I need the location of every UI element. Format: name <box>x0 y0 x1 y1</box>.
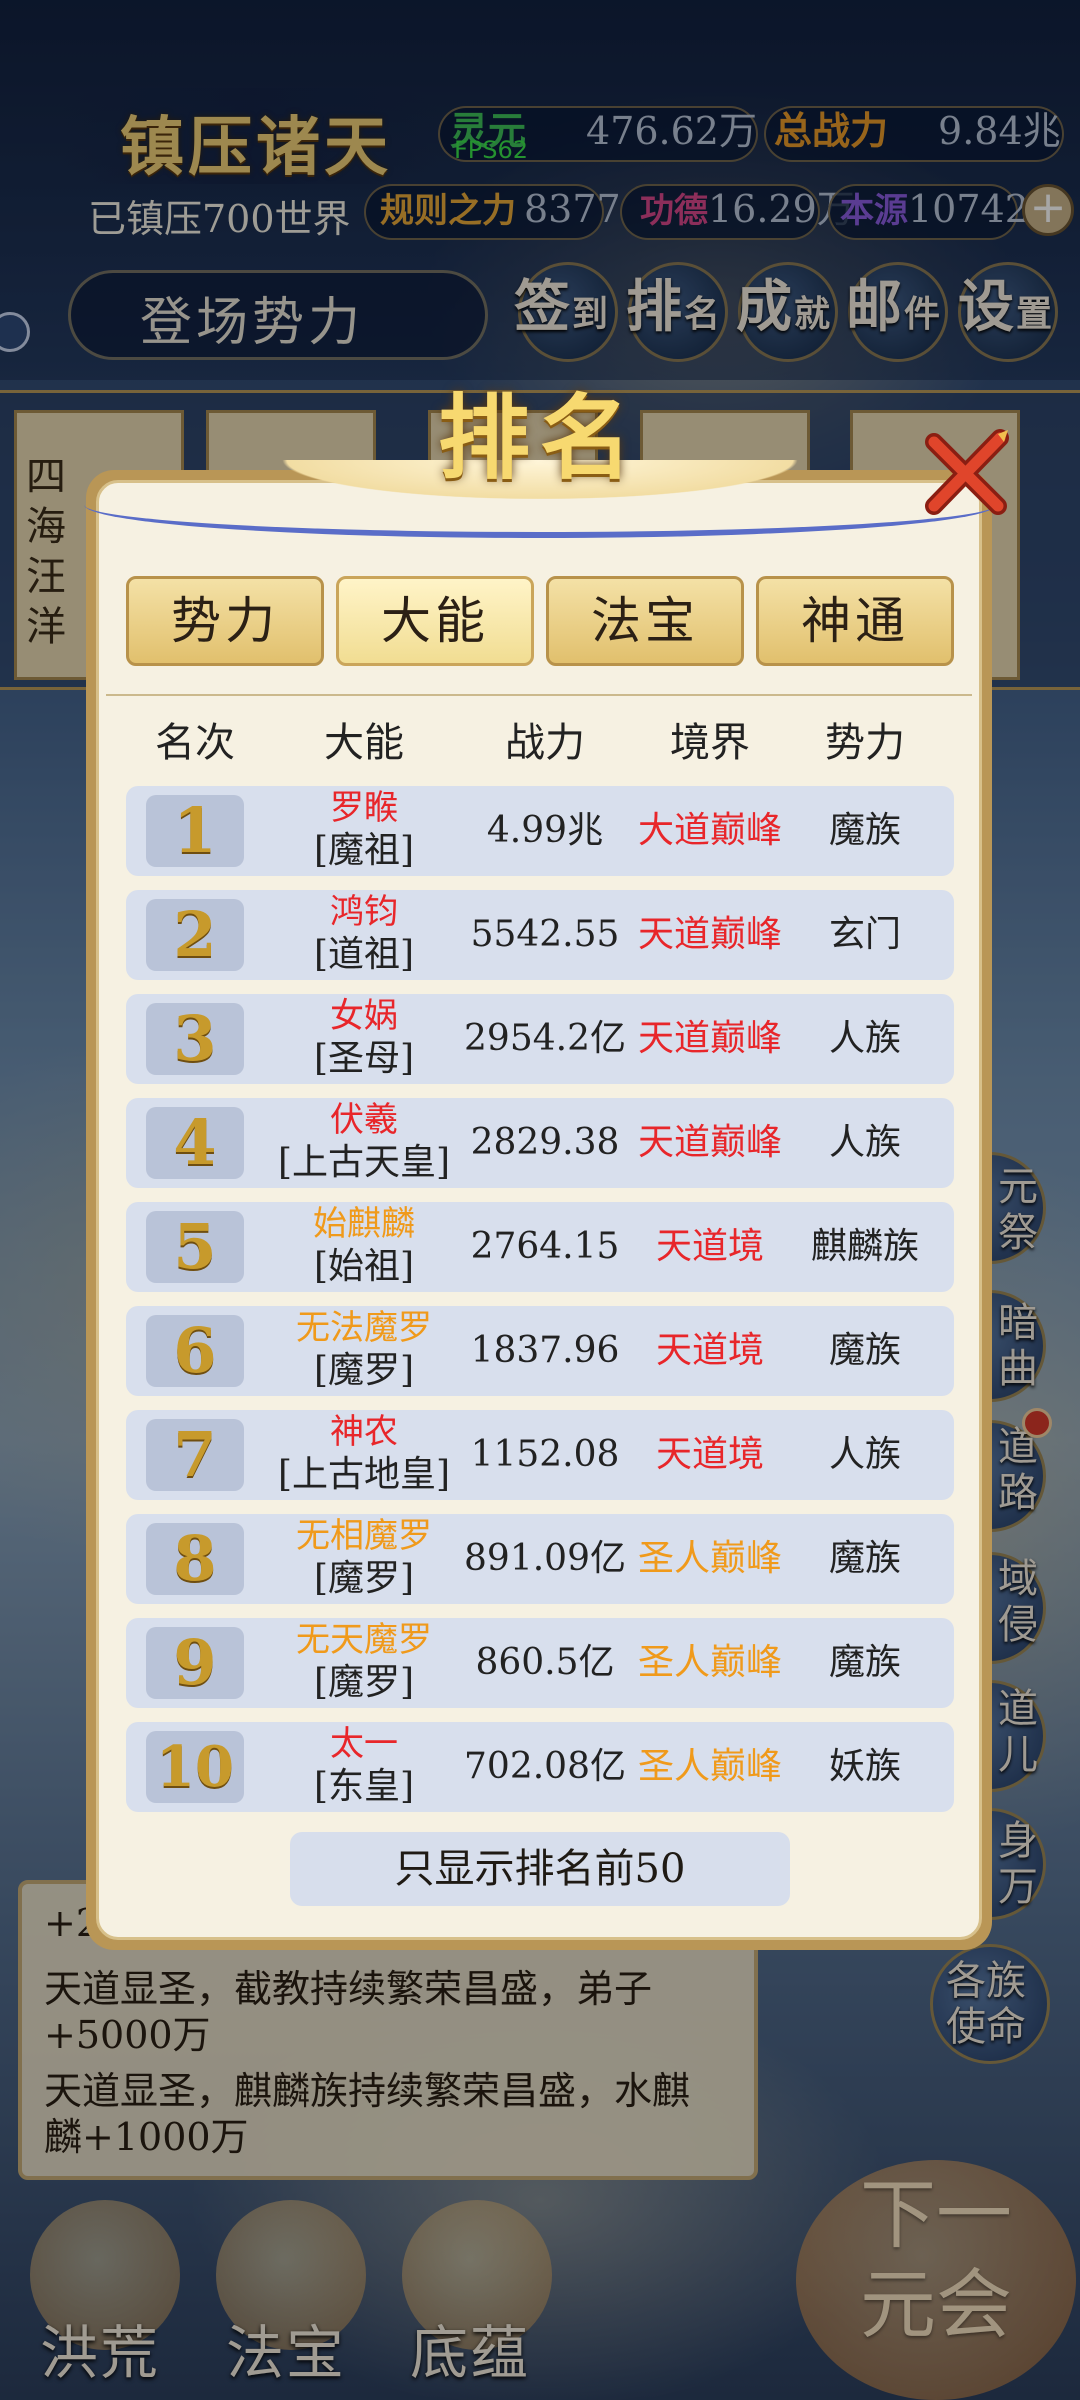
divider <box>106 694 972 696</box>
character-name: 无相魔罗 <box>296 1516 432 1556</box>
character-title: [上古天皇] <box>277 1142 451 1183</box>
faction-value: 人族 <box>828 1434 901 1475</box>
rank-number: 7 <box>173 1418 217 1491</box>
close-icon[interactable] <box>920 428 1012 520</box>
character-name: 无天魔罗 <box>296 1620 432 1660</box>
faction-value: 魔族 <box>828 810 901 851</box>
faction-value: 魔族 <box>828 1330 901 1371</box>
name-cell: 始麒麟 [始祖] <box>262 1204 466 1290</box>
rank-number: 9 <box>173 1626 217 1699</box>
faction-value: 麒麟族 <box>810 1226 919 1267</box>
col-header-realm: 境界 <box>670 720 750 766</box>
name-cell: 无天魔罗 [魔罗] <box>262 1620 466 1706</box>
character-name: 罗睺 <box>330 788 398 828</box>
character-title: [道祖] <box>313 934 415 975</box>
name-cell: 伏羲 [上古天皇] <box>262 1100 466 1186</box>
rank-number: 10 <box>156 1734 234 1800</box>
power-value: 2954.2亿 <box>464 1018 626 1059</box>
realm-value: 天道境 <box>655 1226 764 1267</box>
realm-value: 大道巅峰 <box>637 810 782 851</box>
name-cell: 太一 [东皇] <box>262 1724 466 1810</box>
tab-great-powers[interactable]: 大能 <box>336 576 534 666</box>
power-value: 4.99兆 <box>486 810 604 851</box>
col-header-rank: 名次 <box>155 720 235 766</box>
col-header-name: 大能 <box>324 720 404 766</box>
power-value: 860.5亿 <box>475 1642 615 1683</box>
col-header-faction: 势力 <box>825 720 905 766</box>
realm-value: 天道巅峰 <box>637 1122 782 1163</box>
top50-note: 只显示排名前50 <box>290 1832 790 1906</box>
rank-number: 3 <box>173 1002 217 1075</box>
character-title: [圣母] <box>313 1038 415 1079</box>
realm-value: 天道境 <box>655 1330 764 1371</box>
rank-number: 8 <box>173 1522 217 1595</box>
character-name: 女娲 <box>330 996 398 1036</box>
character-name: 无法魔罗 <box>296 1308 432 1348</box>
name-cell: 鸿钧 [道祖] <box>262 892 466 978</box>
realm-value: 天道巅峰 <box>637 1018 782 1059</box>
character-title: [上古地皇] <box>277 1454 451 1495</box>
character-title: [魔罗] <box>313 1662 415 1703</box>
realm-value: 天道巅峰 <box>637 914 782 955</box>
character-title: [魔祖] <box>313 830 415 871</box>
faction-value: 人族 <box>828 1018 901 1059</box>
faction-value: 人族 <box>828 1122 901 1163</box>
realm-value: 圣人巅峰 <box>637 1746 782 1787</box>
realm-value: 圣人巅峰 <box>637 1538 782 1579</box>
character-title: [魔罗] <box>313 1558 415 1599</box>
name-cell: 罗睺 [魔祖] <box>262 788 466 874</box>
faction-value: 魔族 <box>828 1642 901 1683</box>
name-cell: 女娲 [圣母] <box>262 996 466 1082</box>
faction-value: 玄门 <box>828 914 901 955</box>
realm-value: 天道境 <box>655 1434 764 1475</box>
tab-treasure[interactable]: 法宝 <box>546 576 744 666</box>
rank-number: 4 <box>173 1106 217 1179</box>
rank-number: 6 <box>173 1314 217 1387</box>
tab-faction[interactable]: 势力 <box>126 576 324 666</box>
character-name: 始麒麟 <box>313 1204 415 1244</box>
rank-number: 1 <box>173 794 217 867</box>
character-name: 鸿钧 <box>330 892 398 932</box>
character-title: [始祖] <box>313 1246 415 1287</box>
rank-number: 5 <box>173 1210 217 1283</box>
col-header-power: 战力 <box>505 720 585 766</box>
character-name: 太一 <box>330 1724 398 1764</box>
name-cell: 无相魔罗 [魔罗] <box>262 1516 466 1602</box>
character-title: [魔罗] <box>313 1350 415 1391</box>
realm-value: 圣人巅峰 <box>637 1642 782 1683</box>
character-title: [东皇] <box>313 1766 415 1807</box>
name-cell: 神农 [上古地皇] <box>262 1412 466 1498</box>
faction-value: 妖族 <box>828 1746 901 1787</box>
power-value: 891.09亿 <box>464 1538 626 1579</box>
power-value: 702.08亿 <box>464 1746 626 1787</box>
modal-title: 排名 <box>437 384 642 492</box>
tab-divine-art[interactable]: 神通 <box>756 576 954 666</box>
name-cell: 无法魔罗 [魔罗] <box>262 1308 466 1394</box>
faction-value: 魔族 <box>828 1538 901 1579</box>
character-name: 伏羲 <box>330 1100 398 1140</box>
rank-number: 2 <box>173 898 217 971</box>
character-name: 神农 <box>330 1412 398 1452</box>
